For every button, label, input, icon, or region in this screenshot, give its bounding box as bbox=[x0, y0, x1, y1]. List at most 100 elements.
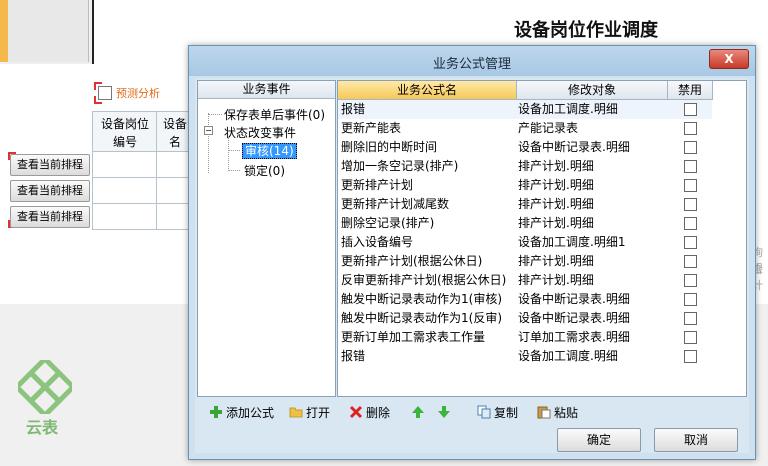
formula-row[interactable]: 更新排产计划 排产计划.明细 bbox=[338, 176, 712, 195]
column-header-target[interactable]: 修改对象 bbox=[517, 81, 668, 100]
tree-connector bbox=[228, 150, 240, 151]
disable-checkbox[interactable] bbox=[684, 160, 697, 173]
disable-checkbox[interactable] bbox=[684, 141, 697, 154]
formula-name-cell: 插入设备编号 bbox=[341, 235, 414, 249]
formula-row[interactable]: 更新排产计划减尾数 排产计划.明细 bbox=[338, 195, 712, 214]
tree-item-review[interactable]: 审核(14) bbox=[242, 142, 297, 159]
background-toolbar-area bbox=[8, 0, 89, 62]
formula-target-cell: 排产计划.明细 bbox=[518, 197, 594, 211]
app-logo-icon bbox=[18, 360, 72, 414]
disable-checkbox[interactable] bbox=[684, 122, 697, 135]
formula-toolbar: 添加公式 打开 删除 复制 粘贴 bbox=[201, 402, 749, 424]
add-icon bbox=[210, 406, 222, 418]
disable-checkbox[interactable] bbox=[684, 236, 697, 249]
formula-row[interactable]: 报错 设备加工调度.明细 bbox=[338, 100, 712, 119]
formula-name-cell: 触发中断记录表动作为1(审核) bbox=[341, 292, 502, 306]
forecast-label: 预测分析 bbox=[116, 87, 160, 100]
formula-name-cell: 删除旧的中断时间 bbox=[341, 140, 438, 154]
disable-checkbox[interactable] bbox=[684, 179, 697, 192]
view-current-schedule-button[interactable]: 查看当前排程 bbox=[10, 206, 90, 228]
tree-collapse-icon[interactable]: − bbox=[204, 126, 213, 135]
tree-item-save-form-event[interactable]: 保存表单后事件(0) bbox=[224, 106, 325, 123]
column-header-disabled[interactable]: 禁用 bbox=[668, 81, 713, 100]
formula-row[interactable]: 插入设备编号 设备加工调度.明细1 bbox=[338, 233, 712, 252]
tree-connector bbox=[208, 113, 209, 173]
forecast-checkbox[interactable] bbox=[98, 86, 112, 100]
table-header-device-post-number: 设备岗位 编号 bbox=[92, 111, 158, 153]
formula-row[interactable]: 触发中断记录表动作为1(反审) 设备中断记录表.明细 bbox=[338, 309, 712, 328]
formula-target-cell: 设备中断记录表.明细 bbox=[518, 292, 630, 306]
table-cell[interactable] bbox=[92, 177, 158, 204]
formula-row[interactable]: 删除空记录(排产) 排产计划.明细 bbox=[338, 214, 712, 233]
formula-target-cell: 订单加工需求表.明细 bbox=[518, 330, 630, 344]
paste-button[interactable]: 粘贴 bbox=[537, 402, 578, 424]
disable-checkbox[interactable] bbox=[684, 331, 697, 344]
formula-row[interactable]: 删除旧的中断时间 设备中断记录表.明细 bbox=[338, 138, 712, 157]
formula-name-cell: 更新排产计划 bbox=[341, 178, 414, 192]
folder-open-icon bbox=[289, 407, 303, 418]
formula-row[interactable]: 更新产能表 产能记录表 bbox=[338, 119, 712, 138]
formula-grid: 业务公式名 修改对象 禁用 报错 设备加工调度.明细 更新产能表 产能记录表 删除旧的中… bbox=[337, 80, 747, 397]
formula-target-cell: 设备加工调度.明细 bbox=[518, 349, 618, 363]
app-logo-text: 云表 bbox=[26, 418, 59, 437]
formula-row[interactable]: 增加一条空记录(排产) 排产计划.明细 bbox=[338, 157, 712, 176]
move-down-button[interactable] bbox=[437, 402, 454, 424]
tree-connector bbox=[208, 114, 222, 115]
formula-target-cell: 排产计划.明细 bbox=[518, 254, 594, 268]
disable-checkbox[interactable] bbox=[684, 103, 697, 116]
disable-checkbox[interactable] bbox=[684, 293, 697, 306]
formula-row[interactable]: 触发中断记录表动作为1(审核) 设备中断记录表.明细 bbox=[338, 290, 712, 309]
disable-checkbox[interactable] bbox=[684, 350, 697, 363]
formula-name-cell: 更新排产计划(根据公休日) bbox=[341, 254, 483, 268]
move-up-button[interactable] bbox=[411, 402, 428, 424]
formula-row[interactable]: 更新订单加工需求表工作量 订单加工需求表.明细 bbox=[338, 328, 712, 347]
formula-name-cell: 更新产能表 bbox=[341, 121, 402, 135]
formula-name-cell: 触发中断记录表动作为1(反审) bbox=[341, 311, 502, 325]
table-header-text: 设备岗位 编号 bbox=[100, 117, 149, 149]
view-current-schedule-button[interactable]: 查看当前排程 bbox=[10, 154, 90, 176]
formula-target-cell: 设备加工调度.明细1 bbox=[518, 235, 626, 249]
arrow-down-icon bbox=[438, 406, 450, 418]
view-current-schedule-button[interactable]: 查看当前排程 bbox=[10, 180, 90, 202]
formula-target-cell: 排产计划.明细 bbox=[518, 216, 594, 230]
open-button[interactable]: 打开 bbox=[289, 402, 330, 424]
delete-icon bbox=[349, 405, 363, 419]
copy-label: 复制 bbox=[494, 406, 519, 420]
tree-item-status-change-event[interactable]: 状态改变事件 bbox=[224, 124, 296, 141]
paste-label: 粘贴 bbox=[554, 406, 579, 420]
ok-button[interactable]: 确定 bbox=[557, 428, 641, 452]
disable-checkbox[interactable] bbox=[684, 312, 697, 325]
dialog-body: 业务事件 保存表单后事件(0) − 状态改变事件 审核(14) 锁定(0) 业务… bbox=[195, 78, 749, 453]
document-title: 设备岗位作业调度 bbox=[514, 20, 658, 41]
formula-row[interactable]: 反审更新排产计划(根据公休日) 排产计划.明细 bbox=[338, 271, 712, 290]
formula-row[interactable]: 报错 设备加工调度.明细 bbox=[338, 347, 712, 366]
copy-icon bbox=[477, 405, 491, 419]
table-cell[interactable] bbox=[92, 203, 158, 230]
arrow-up-icon bbox=[412, 406, 424, 418]
formula-row[interactable]: 更新排产计划(根据公休日) 排产计划.明细 bbox=[338, 252, 712, 271]
delete-label: 删除 bbox=[366, 406, 391, 420]
formula-target-cell: 设备中断记录表.明细 bbox=[518, 140, 630, 154]
disable-checkbox[interactable] bbox=[684, 217, 697, 230]
table-cell[interactable] bbox=[92, 151, 158, 178]
formula-target-cell: 设备加工调度.明细 bbox=[518, 102, 618, 116]
copy-button[interactable]: 复制 bbox=[477, 402, 518, 424]
formula-manager-dialog: 业务公式管理 X 业务事件 保存表单后事件(0) − 状态改变事件 审核(14)… bbox=[188, 45, 756, 460]
dialog-title: 业务公式管理 bbox=[432, 57, 511, 72]
cancel-button[interactable]: 取消 bbox=[654, 428, 738, 452]
open-label: 打开 bbox=[306, 406, 331, 420]
close-button[interactable]: X bbox=[709, 49, 749, 69]
disable-checkbox[interactable] bbox=[684, 255, 697, 268]
tree-item-review-label: 审核(14) bbox=[242, 143, 297, 159]
tree-item-lock[interactable]: 锁定(0) bbox=[244, 162, 285, 179]
disable-checkbox[interactable] bbox=[684, 198, 697, 211]
add-formula-button[interactable]: 添加公式 bbox=[209, 402, 274, 424]
event-tree-panel: 业务事件 保存表单后事件(0) − 状态改变事件 审核(14) 锁定(0) bbox=[197, 80, 336, 397]
tree-connector bbox=[228, 137, 229, 171]
add-formula-label: 添加公式 bbox=[226, 406, 275, 420]
formula-target-cell: 排产计划.明细 bbox=[518, 178, 594, 192]
disable-checkbox[interactable] bbox=[684, 274, 697, 287]
formula-target-cell: 排产计划.明细 bbox=[518, 273, 594, 287]
column-header-formula-name[interactable]: 业务公式名 bbox=[338, 81, 517, 100]
delete-button[interactable]: 删除 bbox=[349, 402, 390, 424]
